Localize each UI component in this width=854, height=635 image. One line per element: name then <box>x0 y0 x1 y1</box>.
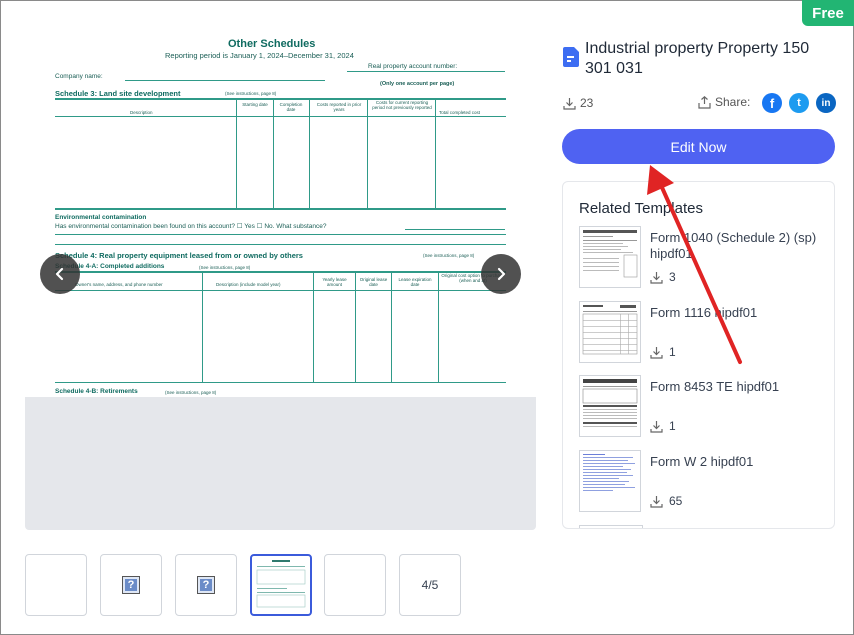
form-thumbnail-image <box>254 558 308 612</box>
col3-starting-date: Starting date <box>242 102 268 107</box>
schedule-4b-note: (See instructions, page 8) <box>165 390 217 395</box>
related-template-downloads: 3 <box>650 270 676 284</box>
share-label: Share: <box>715 95 751 109</box>
chevron-left-icon <box>55 267 64 281</box>
missing-image-icon: ? <box>122 576 140 594</box>
related-template-thumbnail[interactable] <box>579 301 641 363</box>
account-note: (Only one account per page) <box>380 81 455 87</box>
page-counter[interactable]: 4/5 <box>399 554 461 616</box>
download-icon <box>563 97 576 110</box>
environmental-title: Environmental contamination <box>55 214 147 221</box>
col4-original-lease: Original lease date <box>359 277 388 287</box>
download-count-value: 1 <box>669 419 676 433</box>
related-template-thumbnail[interactable] <box>579 450 641 512</box>
form-thumbnail-image <box>582 305 638 355</box>
page-thumbnail-2[interactable]: ? <box>100 554 162 616</box>
environmental-question: Has environmental contamination been fou… <box>55 223 327 230</box>
related-template-downloads: 1 <box>650 419 676 433</box>
facebook-icon[interactable]: f <box>762 93 782 113</box>
col3-costs-current: Costs for current reporting period not p… <box>372 100 432 110</box>
download-icon <box>650 346 663 359</box>
schedule-4b-title: Schedule 4-B: Retirements <box>55 388 138 395</box>
col4-lease-expiration: Lease expiration date <box>398 277 432 287</box>
page-thumbnail-4[interactable] <box>250 554 312 616</box>
related-template-thumbnail[interactable] <box>579 375 641 437</box>
form-title: Other Schedules <box>228 38 316 50</box>
download-count-value: 65 <box>669 494 683 508</box>
form-thumbnail-image <box>583 230 638 278</box>
schedule-3-note: (See instructions, page 8) <box>225 91 277 96</box>
page-thumbnail-1[interactable] <box>25 554 87 616</box>
schedule-4-title: Schedule 4: Real property equipment leas… <box>55 251 303 260</box>
form-preview-page: Other Schedules Reporting period is Janu… <box>25 20 536 397</box>
next-related-thumbnail-peek <box>579 525 643 528</box>
download-count-value: 1 <box>669 345 676 359</box>
related-template-item[interactable]: Form 1040 (Schedule 2) (sp) hipdf01 3 <box>579 226 829 290</box>
free-badge: Free <box>802 0 854 26</box>
chevron-right-icon <box>497 267 506 281</box>
page-thumbnail-3[interactable]: ? <box>175 554 237 616</box>
download-count-value: 3 <box>669 270 676 284</box>
related-template-item[interactable]: Form W 2 hipdf01 65 <box>579 450 829 514</box>
col3-description: Description <box>130 110 153 115</box>
related-template-name[interactable]: Form 1116 hipdf01 <box>650 305 825 321</box>
col4-owner: Owner's name, address, and phone number <box>75 282 163 287</box>
col3-completion-date: Completion date <box>279 102 303 112</box>
next-page-button[interactable] <box>481 254 521 294</box>
page-counter-label: 4/5 <box>421 578 439 592</box>
related-template-name[interactable]: Form 8453 TE hipdf01 <box>650 379 825 395</box>
form-period: Reporting period is January 1, 2024–Dece… <box>165 51 354 60</box>
share-icon <box>698 95 711 109</box>
download-icon <box>650 420 663 433</box>
schedule-3-title: Schedule 3: Land site development <box>55 89 181 98</box>
missing-image-icon: ? <box>197 576 215 594</box>
download-count-value: 23 <box>580 96 594 110</box>
twitter-icon[interactable]: t <box>789 93 809 113</box>
download-count: 23 <box>563 96 593 110</box>
share-section: Share: <box>698 95 750 109</box>
related-template-name[interactable]: Form 1040 (Schedule 2) (sp) hipdf01 <box>650 230 825 262</box>
download-icon <box>650 271 663 284</box>
schedule-4a-note: (See instructions, page 8) <box>199 265 251 270</box>
linkedin-icon[interactable]: in <box>816 93 836 113</box>
form-thumbnail-image <box>583 454 635 491</box>
previous-page-button[interactable] <box>40 254 80 294</box>
col4-yearly-lease: Yearly lease amount <box>322 277 347 287</box>
account-number-label: Real property account number: <box>368 63 458 70</box>
related-template-thumbnail[interactable] <box>579 226 641 288</box>
edit-now-button[interactable]: Edit Now <box>562 129 835 164</box>
related-template-downloads: 65 <box>650 494 682 508</box>
col3-total-cost: Total completed cost <box>439 110 481 115</box>
related-templates-heading: Related Templates <box>579 200 703 217</box>
schedule-4-note: (See instructions, page 8) <box>423 253 475 258</box>
col4-description: Description (include model year) <box>216 282 281 287</box>
related-template-item[interactable]: Form 1116 hipdf01 1 <box>579 301 829 365</box>
template-title: Industrial property Property 150 301 031 <box>585 40 810 77</box>
download-icon <box>650 495 663 508</box>
related-template-name[interactable]: Form W 2 hipdf01 <box>650 454 825 470</box>
col3-costs-prior: Costs reported in prior years <box>316 102 362 112</box>
related-templates-panel: Related Templates Form 1040 (Schedule 2)… <box>562 181 835 529</box>
form-thumbnail-image <box>582 379 638 427</box>
document-icon <box>563 47 579 67</box>
related-template-item[interactable]: Form 8453 TE hipdf01 1 <box>579 375 829 439</box>
page-thumbnail-5[interactable] <box>324 554 386 616</box>
related-template-downloads: 1 <box>650 345 676 359</box>
company-name-label: Company name: <box>55 73 103 80</box>
